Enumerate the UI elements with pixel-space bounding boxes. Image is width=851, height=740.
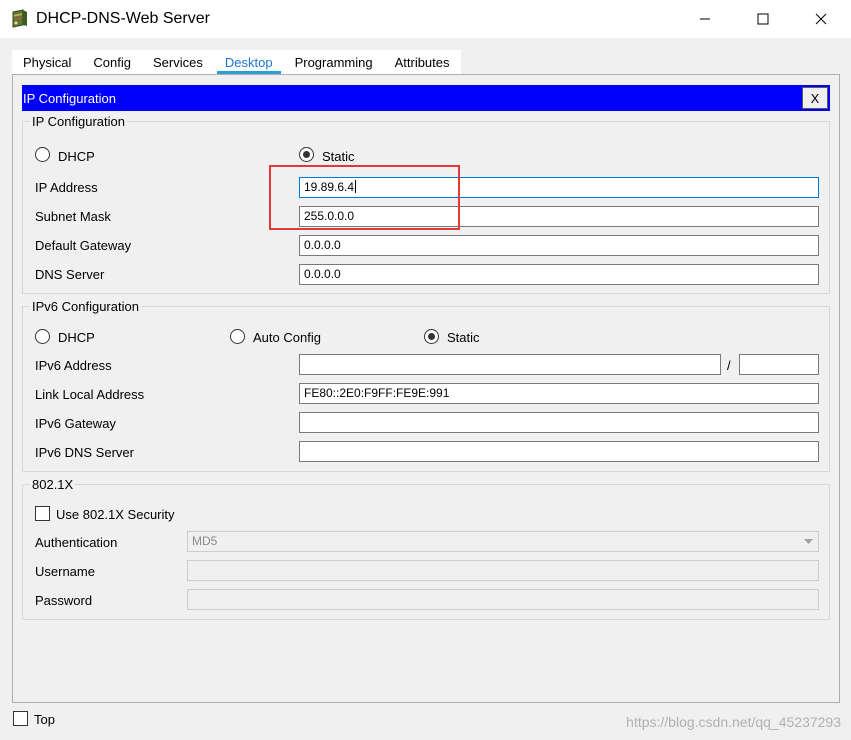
ipv4-static-label: Static [322, 149, 355, 164]
tab-services[interactable]: Services [142, 50, 214, 74]
minimize-icon [700, 18, 710, 20]
username-label: Username [35, 564, 95, 579]
tab-desktop[interactable]: Desktop [214, 50, 284, 74]
server-app-icon [10, 9, 30, 29]
title-bar: DHCP-DNS-Web Server [0, 0, 851, 38]
prefix-separator: / [727, 358, 731, 373]
authentication-label: Authentication [35, 535, 118, 550]
link-local-address-input[interactable]: FE80::2E0:F9FF:FE9E:991 [299, 383, 819, 404]
maximize-button[interactable] [734, 0, 792, 38]
ipv6-auto-config-radio[interactable] [230, 329, 245, 344]
panel-title: IP Configuration [23, 91, 116, 106]
ipv6-config-group: IPv6 Configuration DHCP Auto Config Stat… [22, 299, 830, 472]
ipv6-gateway-input[interactable] [299, 412, 819, 433]
ip-configuration-header: IP Configuration X [22, 85, 830, 111]
panel-close-button[interactable]: X [802, 87, 828, 109]
desktop-tab-page: IP Configuration X IP Configuration DHCP… [12, 74, 840, 703]
default-gateway-label: Default Gateway [35, 238, 132, 253]
tab-config[interactable]: Config [82, 50, 142, 74]
authentication-select[interactable]: MD5 [187, 531, 819, 552]
dot1x-group: 802.1X Use 802.1X Security Authenticatio… [22, 477, 830, 620]
ipv6-address-label: IPv6 Address [35, 358, 112, 373]
ipv6-auto-config-label: Auto Config [253, 330, 321, 345]
ipv6-dns-server-input[interactable] [299, 441, 819, 462]
subnet-mask-label: Subnet Mask [35, 209, 111, 224]
dns-server-label: DNS Server [35, 267, 105, 282]
ipv4-dhcp-radio[interactable] [35, 147, 50, 162]
tab-physical[interactable]: Physical [12, 50, 82, 74]
ipv4-group-legend: IP Configuration [30, 114, 127, 129]
dot1x-group-legend: 802.1X [30, 477, 76, 492]
tab-attributes[interactable]: Attributes [384, 50, 461, 74]
tab-programming[interactable]: Programming [284, 50, 384, 74]
ipv4-static-radio[interactable] [299, 147, 314, 162]
use-8021x-label: Use 802.1X Security [56, 507, 175, 522]
minimize-button[interactable] [676, 0, 734, 38]
ipv6-prefix-length-input[interactable] [739, 354, 819, 375]
ipv6-gateway-label: IPv6 Gateway [35, 416, 116, 431]
close-window-button[interactable] [792, 0, 850, 38]
close-icon [815, 13, 827, 25]
ipv4-dhcp-label: DHCP [58, 149, 95, 164]
ip-address-label: IP Address [35, 180, 98, 195]
ipv6-group-legend: IPv6 Configuration [30, 299, 141, 314]
authentication-selected-value: MD5 [192, 534, 218, 548]
default-gateway-input[interactable]: 0.0.0.0 [299, 235, 819, 256]
ipv6-static-radio[interactable] [424, 329, 439, 344]
top-checkbox[interactable] [13, 711, 28, 726]
use-8021x-checkbox[interactable] [35, 506, 50, 521]
watermark-text: https://blog.csdn.net/qq_45237293 [626, 714, 841, 730]
maximize-icon [757, 13, 769, 25]
ipv4-config-group: IP Configuration DHCP Static IP Address … [22, 114, 830, 294]
ipv6-address-input[interactable] [299, 354, 721, 375]
link-local-address-label: Link Local Address [35, 387, 145, 402]
top-label: Top [34, 712, 55, 727]
window-title: DHCP-DNS-Web Server [36, 10, 210, 27]
ipv6-static-label: Static [447, 330, 480, 345]
dns-server-input[interactable]: 0.0.0.0 [299, 264, 819, 285]
username-input[interactable] [187, 560, 819, 581]
annotation-highlight-box [269, 165, 460, 230]
ipv6-dhcp-radio[interactable] [35, 329, 50, 344]
password-label: Password [35, 593, 93, 608]
ipv6-dhcp-label: DHCP [58, 330, 95, 345]
ipv6-dns-server-label: IPv6 DNS Server [35, 445, 134, 460]
password-input[interactable] [187, 589, 819, 610]
window-client-area: Physical Config Services Desktop Program… [0, 38, 851, 740]
chevron-down-icon [804, 539, 813, 544]
tab-strip: Physical Config Services Desktop Program… [12, 50, 461, 74]
